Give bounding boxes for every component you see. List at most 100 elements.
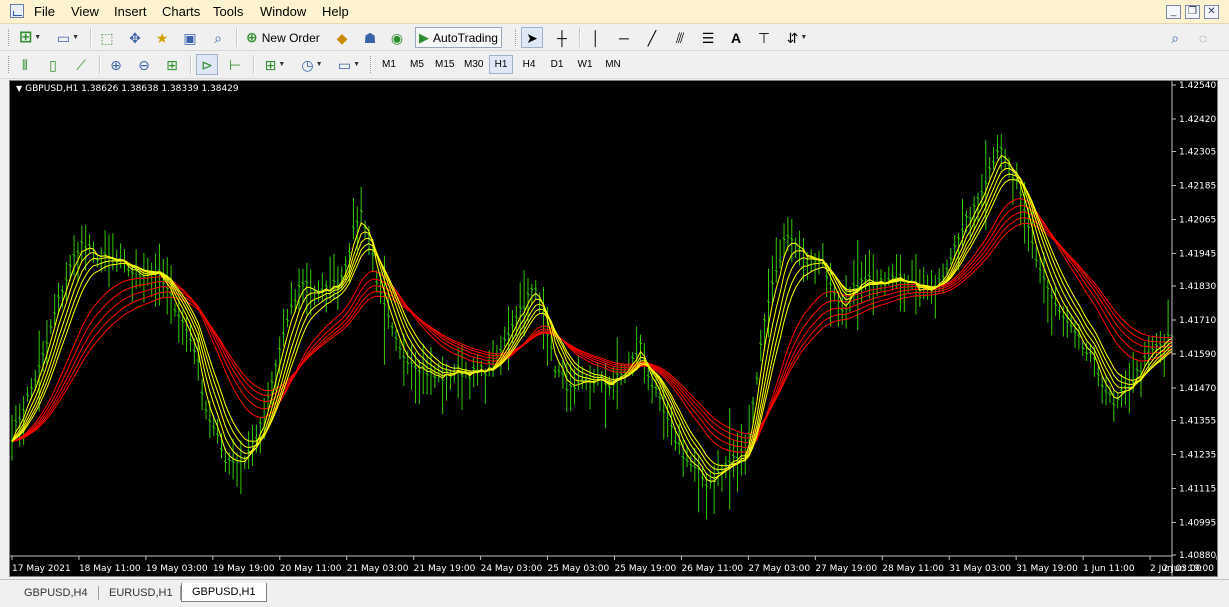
terminal-button[interactable]: ▣ xyxy=(179,27,201,48)
chat-button[interactable]: ◌ xyxy=(1192,27,1214,48)
zoom-in-button[interactable]: ⊕ xyxy=(105,54,127,75)
price-tick-label: 1.42065 xyxy=(1179,215,1216,225)
community-button[interactable]: ☗ xyxy=(359,27,381,48)
price-bar xyxy=(375,270,379,293)
trendline-button[interactable]: ╱ xyxy=(641,27,663,48)
timeframe-m1-button[interactable]: M1 xyxy=(377,55,401,74)
line-chart-button[interactable]: ⟋ xyxy=(70,54,92,75)
templates-button[interactable]: ▭ ▼ xyxy=(333,54,365,75)
price-bar xyxy=(460,344,464,410)
market-watch-button[interactable]: ⬚ xyxy=(96,27,118,48)
new-chart-button[interactable]: ⊞ ▼ xyxy=(14,27,46,48)
menu-charts[interactable]: Charts xyxy=(162,4,200,19)
signals-button[interactable]: ◉ xyxy=(386,27,408,48)
price-axis: 1.42540 1.42420 1.42305 1.42185 1.42065 1.419… xyxy=(1171,81,1216,576)
price-bar xyxy=(251,425,255,466)
toolbar-grip[interactable] xyxy=(8,29,12,46)
vertical-line-icon: │ xyxy=(591,29,601,46)
time-tick-label: 20 May 11:00 xyxy=(280,564,342,574)
price-bar xyxy=(992,147,996,170)
price-bar xyxy=(995,134,999,159)
close-icon[interactable]: ✕ xyxy=(1204,5,1219,19)
time-tick-label: 17 May 2021 xyxy=(12,564,71,574)
fast-ma-line xyxy=(11,154,1173,482)
price-bar xyxy=(794,237,798,259)
slow-ma-line xyxy=(11,197,1173,453)
price-bar xyxy=(425,354,429,395)
menu-help[interactable]: Help xyxy=(322,4,349,19)
timeframe-mn-button[interactable]: MN xyxy=(601,55,625,74)
chart-tab-bar: GBPUSD,H4 EURUSD,H1 GBPUSD,H1 xyxy=(0,579,1229,607)
menu-insert[interactable]: Insert xyxy=(114,4,147,19)
search-icon: ⌕ xyxy=(1171,29,1179,46)
timeframe-h1-button[interactable]: H1 xyxy=(489,55,513,74)
timeframe-d1-button[interactable]: D1 xyxy=(545,55,569,74)
price-bar xyxy=(165,257,169,315)
menu-bar: File View Insert Charts Tools Window Hel… xyxy=(0,0,1229,24)
price-bar xyxy=(1116,393,1120,409)
indicators-button[interactable]: ⊞ ▼ xyxy=(259,54,291,75)
price-bar xyxy=(542,287,546,350)
tab-eurusd-h1[interactable]: EURUSD,H1 xyxy=(99,583,183,602)
crosshair-tool-button[interactable]: ┼ xyxy=(551,27,573,48)
search-button[interactable]: ⌕ xyxy=(1164,27,1186,48)
zoom-out-button[interactable]: ⊖ xyxy=(133,54,155,75)
toolbar-grip[interactable] xyxy=(8,56,12,73)
timeframe-w1-button[interactable]: W1 xyxy=(573,55,597,74)
timeframe-m15-button[interactable]: M15 xyxy=(432,55,457,74)
price-chart[interactable]: 1.42540 1.42420 1.42305 1.42185 1.42065 1.419… xyxy=(10,81,1217,576)
bar-chart-button[interactable]: ⫴ xyxy=(14,54,36,75)
fibonacci-button[interactable]: ☰ xyxy=(697,27,719,48)
timeframe-h4-button[interactable]: H4 xyxy=(517,55,541,74)
metaeditor-button[interactable]: ◆ xyxy=(331,27,353,48)
strategy-tester-button[interactable]: ⌕ xyxy=(207,27,229,48)
profiles-button[interactable]: ▭ ▼ xyxy=(52,27,84,48)
timeframe-m5-button[interactable]: M5 xyxy=(405,55,429,74)
price-bar xyxy=(724,456,728,478)
horizontal-line-button[interactable]: ─ xyxy=(613,27,635,48)
vertical-line-button[interactable]: │ xyxy=(585,27,607,48)
menu-file[interactable]: File xyxy=(34,4,55,19)
menu-tools[interactable]: Tools xyxy=(213,4,243,19)
price-bar xyxy=(169,265,173,325)
equidistant-channel-button[interactable]: ⫻ xyxy=(669,27,691,48)
toolbar-grip[interactable] xyxy=(515,29,519,46)
tile-windows-button[interactable]: ⊞ xyxy=(161,54,183,75)
cursor-tool-button[interactable]: ➤ xyxy=(521,27,543,48)
price-bar xyxy=(402,333,406,387)
restore-icon[interactable]: ❐ xyxy=(1185,5,1200,19)
price-bar xyxy=(413,351,417,404)
price-bar xyxy=(394,329,398,351)
chart-window[interactable]: 1.42540 1.42420 1.42305 1.42185 1.42065 1.419… xyxy=(9,80,1218,577)
autotrading-button[interactable]: ▶ AutoTrading xyxy=(415,27,502,48)
data-window-button[interactable]: ✥ xyxy=(124,27,146,48)
timeframe-m30-button[interactable]: M30 xyxy=(461,55,486,74)
tab-gbpusd-h4[interactable]: GBPUSD,H4 xyxy=(14,583,98,602)
time-tick-label: 19 May 19:00 xyxy=(213,564,275,574)
toolbar-grip[interactable] xyxy=(370,56,374,73)
arrows-button[interactable]: ⇵ ▼ xyxy=(781,27,813,48)
toolbar-separator xyxy=(190,55,192,74)
navigator-button[interactable]: ★ xyxy=(151,27,173,48)
tab-gbpusd-h1[interactable]: GBPUSD,H1 xyxy=(181,583,267,602)
periods-button[interactable]: ◷ ▼ xyxy=(296,54,328,75)
auto-scroll-button[interactable]: ⊳ xyxy=(196,54,218,75)
slow-ma-ribbon xyxy=(11,197,1173,453)
collapse-triangle-icon[interactable]: ▼ xyxy=(16,84,22,93)
chart-shift-button[interactable]: ⊢ xyxy=(224,54,246,75)
navigator-star-icon: ★ xyxy=(155,29,169,46)
candlestick-button[interactable]: ▯ xyxy=(42,54,64,75)
time-tick-label: 27 May 19:00 xyxy=(815,564,877,574)
chart-header: ▼ GBPUSD,H1 1.38626 1.38638 1.38339 1.384… xyxy=(16,84,239,94)
new-order-button[interactable]: ⊕ New Order xyxy=(243,27,323,48)
menu-view[interactable]: View xyxy=(71,4,99,19)
charts-toolbar: ⫴ ▯ ⟋ ⊕ ⊖ ⊞ ⊳ ⊢ ⊞ ▼ ◷ ▼ ▭ ▼ M1 M5 M15 M30 H… xyxy=(0,51,1229,79)
text-label-button[interactable]: ⊤ xyxy=(753,27,775,48)
price-bar xyxy=(247,431,251,470)
minimize-icon[interactable]: _ xyxy=(1166,5,1181,19)
menu-window[interactable]: Window xyxy=(260,4,306,19)
price-bar xyxy=(949,247,953,265)
cursor-arrow-icon: ➤ xyxy=(526,29,538,46)
clock-icon: ◷ xyxy=(301,56,314,73)
text-tool-button[interactable]: A xyxy=(725,27,747,48)
